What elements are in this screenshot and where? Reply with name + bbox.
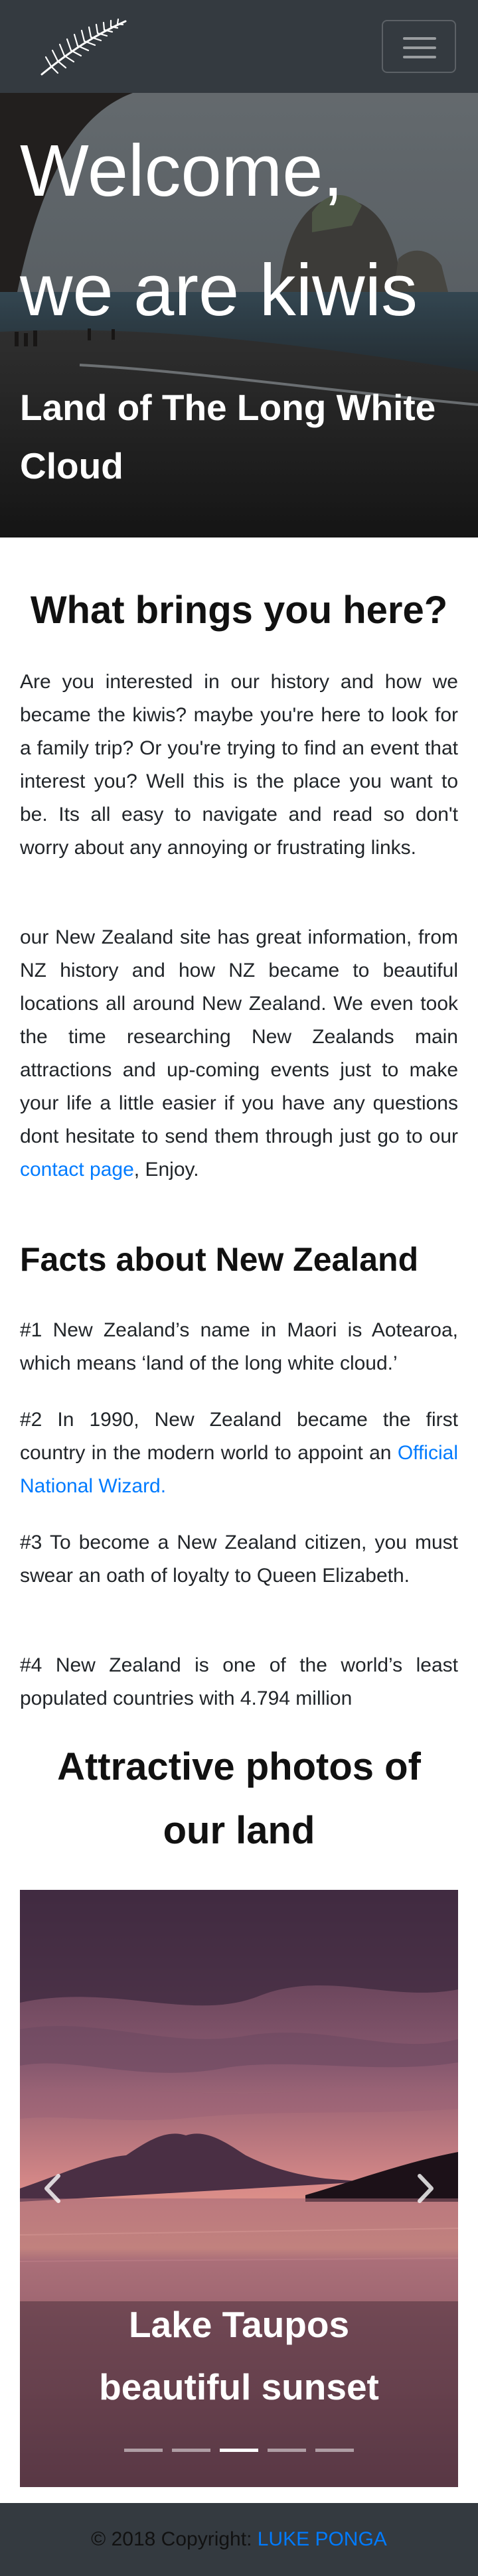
navbar (0, 0, 478, 93)
footer: © 2018 Copyright: LUKE PONGA (0, 2503, 478, 2576)
intro-paragraph-1: Are you interested in our history and ho… (20, 671, 458, 859)
fact-3: #3 To become a New Zealand citizen, you … (20, 1532, 458, 1587)
author-link[interactable]: LUKE PONGA (258, 2528, 387, 2550)
carousel-indicator[interactable] (268, 2449, 306, 2452)
intro-paragraph-2-end: , Enjoy. (133, 1159, 199, 1181)
carousel-indicator[interactable] (315, 2449, 354, 2452)
carousel-indicators (20, 2449, 458, 2455)
facts-heading: Facts about New Zealand (20, 1241, 419, 1278)
chevron-left-icon[interactable] (40, 2172, 66, 2205)
hero-subtitle-line2: Cloud (20, 445, 123, 486)
intro-paragraph-2-text: our New Zealand site has great informati… (20, 926, 458, 1147)
footer-copyright: © 2018 Copyright: (91, 2528, 258, 2550)
fact-4: #4 New Zealand is one of the world’s lea… (20, 1654, 458, 1709)
photos-heading: Attractive photos of our land (20, 1735, 458, 1863)
hero-subtitle: Land of The Long White Cloud (20, 378, 471, 495)
hero-title: Welcome, we are kiwis (20, 111, 471, 350)
carousel-caption-line1: Lake Taupos (128, 2304, 350, 2345)
carousel-indicator[interactable] (172, 2449, 210, 2452)
photos-heading-line2: our land (163, 1809, 315, 1852)
contact-page-link[interactable]: contact page (20, 1159, 134, 1181)
photos-heading-line1: Attractive photos of (57, 1745, 421, 1788)
hero-title-line1: Welcome, (20, 130, 343, 212)
hero-title-line2: we are kiwis (20, 250, 418, 331)
intro-paragraph-2: our New Zealand site has great informati… (20, 921, 458, 1186)
carousel-caption-line2: beautiful sunset (99, 2366, 379, 2407)
hero-subtitle-line1: Land of The Long White (20, 387, 436, 428)
chevron-right-icon[interactable] (412, 2172, 438, 2205)
hero-banner: Welcome, we are kiwis Land of The Long W… (0, 93, 478, 537)
carousel-caption: Lake Taupos beautiful sunset (20, 2293, 458, 2418)
fact-2-text: #2 In 1990, New Zealand became the first… (20, 1409, 458, 1464)
intro-heading: What brings you here? (30, 589, 448, 632)
silver-fern-icon[interactable] (37, 17, 129, 77)
photo-carousel: Lake Taupos beautiful sunset (20, 1890, 458, 2487)
carousel-indicator[interactable] (220, 2449, 258, 2452)
menu-toggle-button[interactable] (382, 20, 456, 73)
fact-1: #1 New Zealand’s name in Maori is Aotear… (20, 1319, 458, 1374)
carousel-indicator[interactable] (124, 2449, 163, 2452)
fact-2: #2 In 1990, New Zealand became the first… (20, 1403, 458, 1503)
